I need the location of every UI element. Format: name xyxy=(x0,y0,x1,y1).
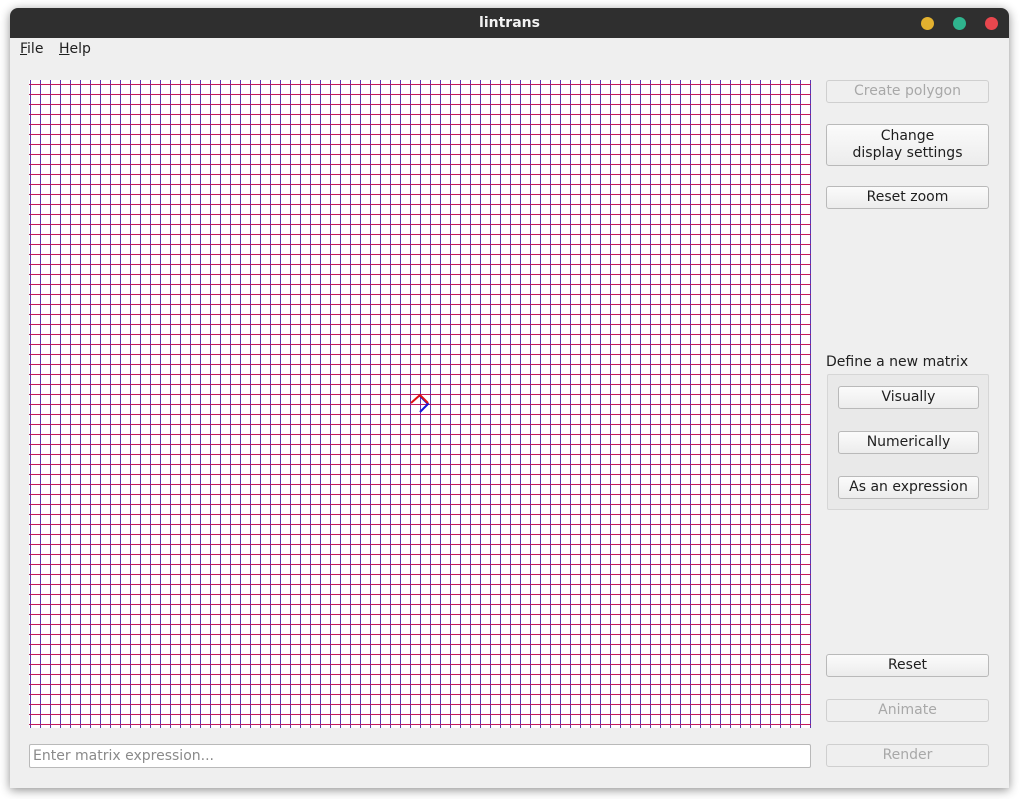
menu-help-mnemonic: H xyxy=(59,41,70,57)
reset-button[interactable]: Reset xyxy=(826,654,989,677)
animate-button[interactable]: Animate xyxy=(826,699,989,722)
create-polygon-button[interactable]: Create polygon xyxy=(826,80,989,103)
reset-zoom-button[interactable]: Reset zoom xyxy=(826,186,989,209)
grid-plot xyxy=(29,80,811,728)
menu-help[interactable]: Help xyxy=(59,41,91,57)
matrix-expression-input[interactable] xyxy=(29,744,811,768)
define-matrix-label: Define a new matrix xyxy=(826,354,969,370)
minimize-button[interactable] xyxy=(921,17,934,30)
define-as-expression-button[interactable]: As an expression xyxy=(838,476,979,499)
app-window: lintrans File Help Create polygon Change… xyxy=(10,8,1009,788)
basis-vector-j xyxy=(410,393,429,404)
maximize-button[interactable] xyxy=(953,17,966,30)
define-matrix-group: Visually Numerically As an expression xyxy=(827,374,989,510)
window-title: lintrans xyxy=(479,15,540,31)
title-bar: lintrans xyxy=(10,8,1009,38)
menu-file-label: ile xyxy=(27,41,44,57)
change-display-settings-line2: display settings xyxy=(852,145,963,161)
define-numerically-button[interactable]: Numerically xyxy=(838,431,979,454)
close-button[interactable] xyxy=(985,17,998,30)
menu-bar: File Help xyxy=(10,38,1009,62)
menu-help-label: elp xyxy=(69,41,91,57)
render-button[interactable]: Render xyxy=(826,744,989,767)
transformation-canvas[interactable] xyxy=(29,80,811,728)
menu-file-mnemonic: F xyxy=(20,41,28,57)
menu-file[interactable]: File xyxy=(20,41,43,57)
change-display-settings-button[interactable]: Change display settings xyxy=(826,124,989,166)
change-display-settings-line1: Change xyxy=(880,128,935,144)
define-visually-button[interactable]: Visually xyxy=(838,386,979,409)
